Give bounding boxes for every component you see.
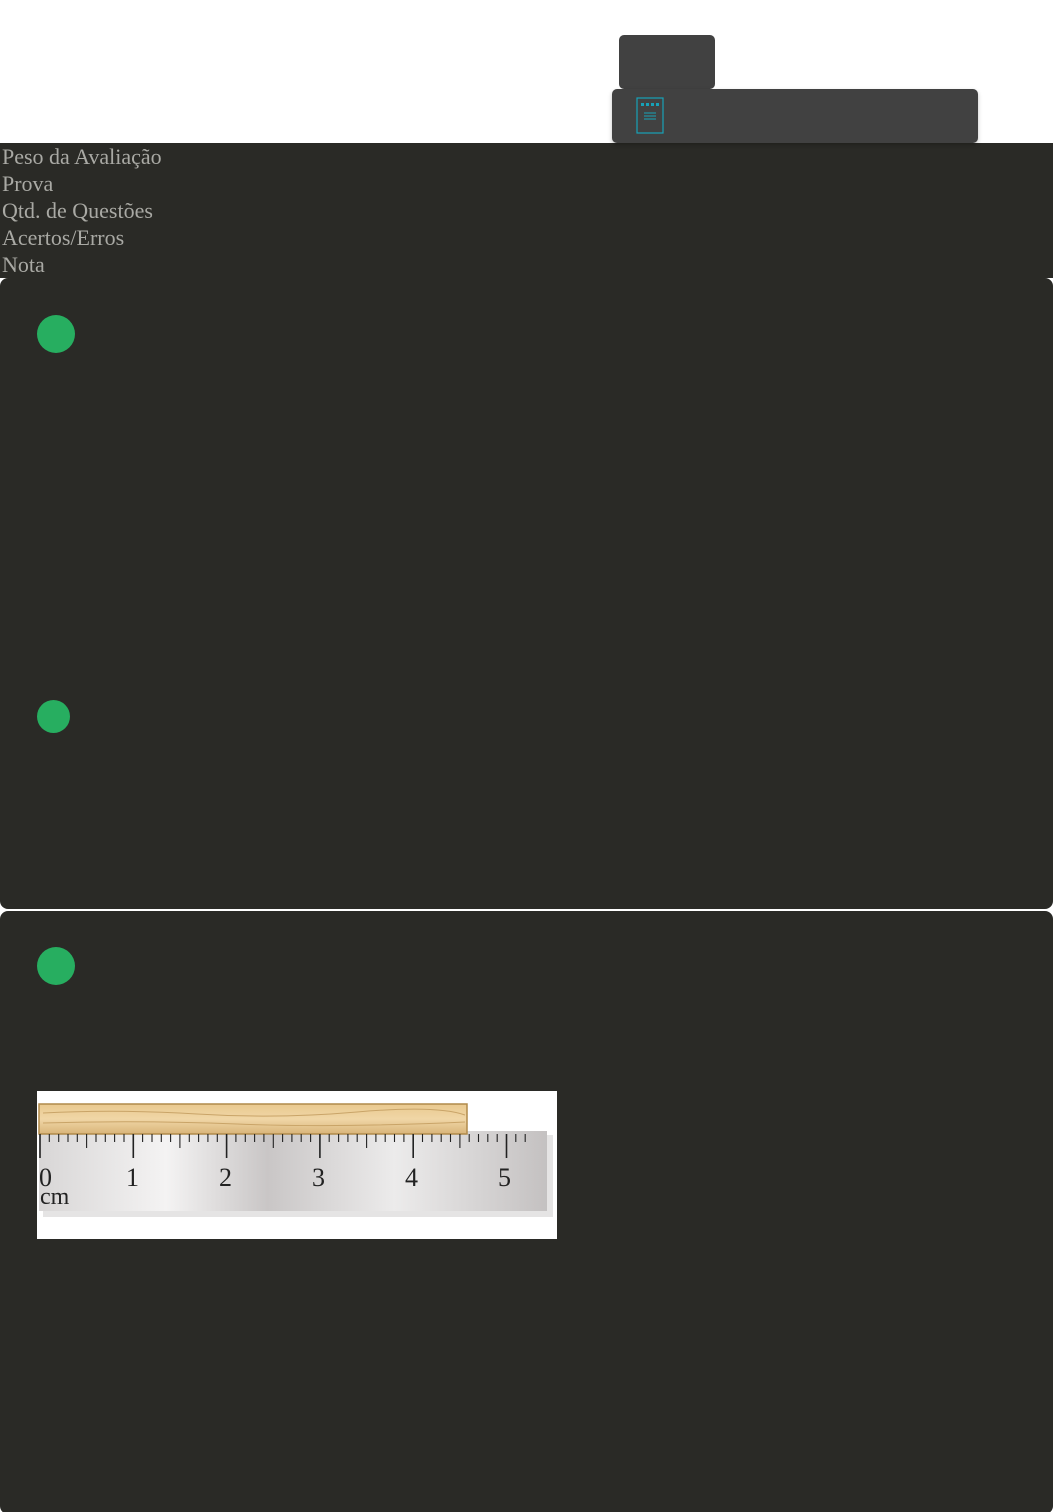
tick-label-3: 3 bbox=[312, 1163, 325, 1192]
tick-label-2: 2 bbox=[219, 1163, 232, 1192]
summary-label-exam: Prova bbox=[2, 171, 54, 196]
tick-label-5: 5 bbox=[498, 1163, 511, 1192]
status-dot-correct bbox=[37, 700, 70, 733]
summary-label-hits-errors: Acertos/Erros bbox=[2, 225, 125, 250]
page-header bbox=[0, 0, 1053, 143]
summary-label-question-count: Qtd. de Questões bbox=[2, 198, 153, 223]
toolbar-panel bbox=[612, 89, 978, 143]
ruler-illustration: 0 1 2 3 4 5 cm bbox=[38, 1103, 553, 1217]
summary-label-grade: Nota bbox=[2, 252, 45, 277]
status-dot-correct bbox=[37, 315, 75, 353]
question-card-1 bbox=[0, 278, 1053, 909]
summary-label-weight: Peso da Avaliação bbox=[2, 144, 162, 169]
unit-label: cm bbox=[40, 1184, 70, 1210]
ruler-figure: 0 1 2 3 4 5 cm bbox=[37, 1091, 557, 1239]
evaluation-summary: Peso da Avaliação Prova Qtd. de Questões… bbox=[0, 143, 1053, 278]
header-tab-button[interactable] bbox=[619, 35, 715, 89]
status-dot-correct bbox=[37, 947, 75, 985]
document-icon[interactable] bbox=[636, 97, 664, 134]
question-card-2: 0 1 2 3 4 5 cm bbox=[0, 911, 1053, 1512]
tick-label-1: 1 bbox=[126, 1163, 139, 1192]
tick-label-4: 4 bbox=[405, 1163, 418, 1192]
